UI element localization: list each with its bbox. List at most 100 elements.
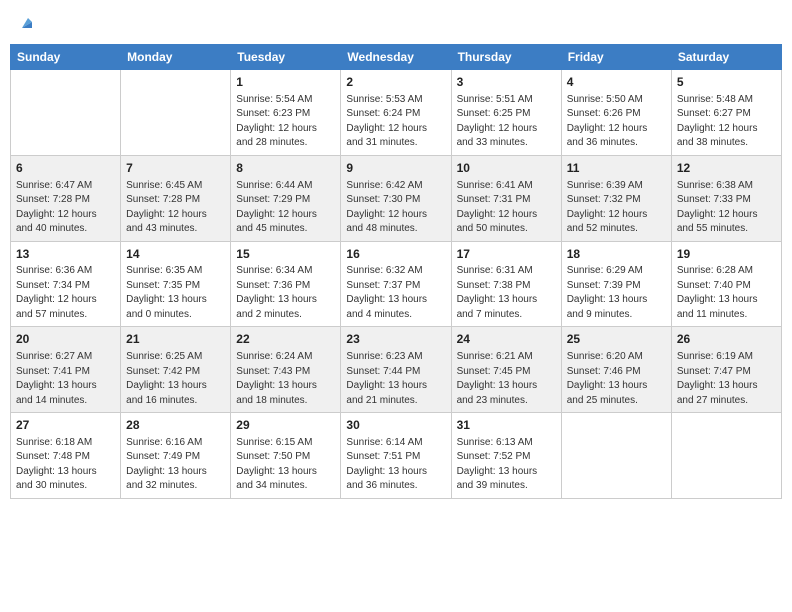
day-info: Sunrise: 6:25 AMSunset: 7:42 PMDaylight:… [126,350,225,408]
calendar-cell: 17Sunrise: 6:31 AMSunset: 7:38 PMDayligh… [451,241,561,327]
calendar-cell: 16Sunrise: 6:32 AMSunset: 7:37 PMDayligh… [341,241,451,327]
calendar-cell: 3 Sunrise: 5:51 AMSunset: 6:25 PMDaylight… [451,70,561,156]
day-number: 27 [16,417,115,434]
day-number: 20 [16,331,115,348]
day-info: Sunrise: 6:34 AMSunset: 7:36 PMDaylight:… [236,264,335,322]
calendar-week-row: 1 Sunrise: 5:54 AMSunset: 6:23 PMDaylight… [11,70,782,156]
calendar-cell: 23 Sunrise: 6:23 AMSunset: 7:44 PMDayligh… [341,327,451,413]
calendar-cell: 21 Sunrise: 6:25 AMSunset: 7:42 PMDayligh… [121,327,231,413]
day-number: 23 [346,331,445,348]
day-number: 17 [457,246,556,263]
day-info: Sunrise: 6:27 AMSunset: 7:41 PMDaylight:… [16,350,115,408]
day-info: Sunrise: 6:29 AMSunset: 7:39 PMDaylight:… [567,264,666,322]
day-number: 26 [677,331,776,348]
day-number: 4 [567,74,666,91]
day-info: Sunrise: 6:32 AMSunset: 7:37 PMDaylight:… [346,264,445,322]
day-number: 30 [346,417,445,434]
calendar-cell: 6Sunrise: 6:47 AMSunset: 7:28 PMDaylight… [11,155,121,241]
calendar-cell [561,413,671,499]
day-info: Sunrise: 5:48 AMSunset: 6:27 PMDaylight:… [677,93,776,151]
calendar-cell [121,70,231,156]
day-info: Sunrise: 5:51 AMSunset: 6:25 PMDaylight:… [457,93,556,151]
day-header-tuesday: Tuesday [231,45,341,70]
day-number: 8 [236,160,335,177]
calendar-cell: 5 Sunrise: 5:48 AMSunset: 6:27 PMDaylight… [671,70,781,156]
calendar-cell: 31Sunrise: 6:13 AMSunset: 7:52 PMDayligh… [451,413,561,499]
header [10,10,782,36]
day-info: Sunrise: 5:54 AMSunset: 6:23 PMDaylight:… [236,93,335,151]
day-info: Sunrise: 6:39 AMSunset: 7:32 PMDaylight:… [567,179,666,237]
calendar-cell [11,70,121,156]
day-info: Sunrise: 6:28 AMSunset: 7:40 PMDaylight:… [677,264,776,322]
calendar-cell: 24 Sunrise: 6:21 AMSunset: 7:45 PMDayligh… [451,327,561,413]
calendar-cell: 11 Sunrise: 6:39 AMSunset: 7:32 PMDayligh… [561,155,671,241]
day-info: Sunrise: 6:45 AMSunset: 7:28 PMDaylight:… [126,179,225,237]
day-number: 21 [126,331,225,348]
calendar-cell: 13Sunrise: 6:36 AMSunset: 7:34 PMDayligh… [11,241,121,327]
day-number: 22 [236,331,335,348]
calendar-table: SundayMondayTuesdayWednesdayThursdayFrid… [10,44,782,499]
calendar-cell: 18Sunrise: 6:29 AMSunset: 7:39 PMDayligh… [561,241,671,327]
day-number: 19 [677,246,776,263]
calendar-week-row: 6Sunrise: 6:47 AMSunset: 7:28 PMDaylight… [11,155,782,241]
day-number: 25 [567,331,666,348]
day-number: 18 [567,246,666,263]
calendar-cell: 30Sunrise: 6:14 AMSunset: 7:51 PMDayligh… [341,413,451,499]
day-info: Sunrise: 6:21 AMSunset: 7:45 PMDaylight:… [457,350,556,408]
day-info: Sunrise: 6:24 AMSunset: 7:43 PMDaylight:… [236,350,335,408]
day-header-sunday: Sunday [11,45,121,70]
day-number: 15 [236,246,335,263]
calendar-cell: 20 Sunrise: 6:27 AMSunset: 7:41 PMDayligh… [11,327,121,413]
calendar-cell: 8 Sunrise: 6:44 AMSunset: 7:29 PMDaylight… [231,155,341,241]
day-info: Sunrise: 6:36 AMSunset: 7:34 PMDaylight:… [16,264,115,322]
day-info: Sunrise: 6:38 AMSunset: 7:33 PMDaylight:… [677,179,776,237]
calendar-cell: 22 Sunrise: 6:24 AMSunset: 7:43 PMDayligh… [231,327,341,413]
day-info: Sunrise: 6:13 AMSunset: 7:52 PMDaylight:… [457,436,556,494]
day-info: Sunrise: 5:50 AMSunset: 6:26 PMDaylight:… [567,93,666,151]
day-info: Sunrise: 6:44 AMSunset: 7:29 PMDaylight:… [236,179,335,237]
day-info: Sunrise: 6:16 AMSunset: 7:49 PMDaylight:… [126,436,225,494]
day-header-saturday: Saturday [671,45,781,70]
day-info: Sunrise: 6:20 AMSunset: 7:46 PMDaylight:… [567,350,666,408]
calendar-cell: 10 Sunrise: 6:41 AMSunset: 7:31 PMDayligh… [451,155,561,241]
day-number: 10 [457,160,556,177]
day-info: Sunrise: 6:23 AMSunset: 7:44 PMDaylight:… [346,350,445,408]
day-header-wednesday: Wednesday [341,45,451,70]
day-number: 24 [457,331,556,348]
day-number: 13 [16,246,115,263]
day-number: 1 [236,74,335,91]
calendar-cell [671,413,781,499]
day-number: 6 [16,160,115,177]
calendar-week-row: 27Sunrise: 6:18 AMSunset: 7:48 PMDayligh… [11,413,782,499]
day-header-monday: Monday [121,45,231,70]
day-number: 28 [126,417,225,434]
calendar-week-row: 20 Sunrise: 6:27 AMSunset: 7:41 PMDayligh… [11,327,782,413]
day-number: 9 [346,160,445,177]
day-number: 16 [346,246,445,263]
day-info: Sunrise: 6:19 AMSunset: 7:47 PMDaylight:… [677,350,776,408]
calendar-week-row: 13Sunrise: 6:36 AMSunset: 7:34 PMDayligh… [11,241,782,327]
day-number: 29 [236,417,335,434]
day-number: 3 [457,74,556,91]
calendar-cell: 14Sunrise: 6:35 AMSunset: 7:35 PMDayligh… [121,241,231,327]
day-info: Sunrise: 6:31 AMSunset: 7:38 PMDaylight:… [457,264,556,322]
calendar-cell: 28 Sunrise: 6:16 AMSunset: 7:49 PMDayligh… [121,413,231,499]
logo-icon [18,14,36,32]
day-number: 12 [677,160,776,177]
day-info: Sunrise: 6:41 AMSunset: 7:31 PMDaylight:… [457,179,556,237]
calendar-cell: 7Sunrise: 6:45 AMSunset: 7:28 PMDaylight… [121,155,231,241]
day-info: Sunrise: 5:53 AMSunset: 6:24 PMDaylight:… [346,93,445,151]
day-header-thursday: Thursday [451,45,561,70]
day-number: 14 [126,246,225,263]
calendar-header-row: SundayMondayTuesdayWednesdayThursdayFrid… [11,45,782,70]
day-info: Sunrise: 6:42 AMSunset: 7:30 PMDaylight:… [346,179,445,237]
day-number: 2 [346,74,445,91]
calendar-cell: 2 Sunrise: 5:53 AMSunset: 6:24 PMDaylight… [341,70,451,156]
calendar-cell: 12 Sunrise: 6:38 AMSunset: 7:33 PMDayligh… [671,155,781,241]
calendar-cell: 1 Sunrise: 5:54 AMSunset: 6:23 PMDaylight… [231,70,341,156]
calendar-cell: 4 Sunrise: 5:50 AMSunset: 6:26 PMDaylight… [561,70,671,156]
calendar-cell: 19Sunrise: 6:28 AMSunset: 7:40 PMDayligh… [671,241,781,327]
day-number: 5 [677,74,776,91]
calendar-cell: 27Sunrise: 6:18 AMSunset: 7:48 PMDayligh… [11,413,121,499]
day-number: 11 [567,160,666,177]
